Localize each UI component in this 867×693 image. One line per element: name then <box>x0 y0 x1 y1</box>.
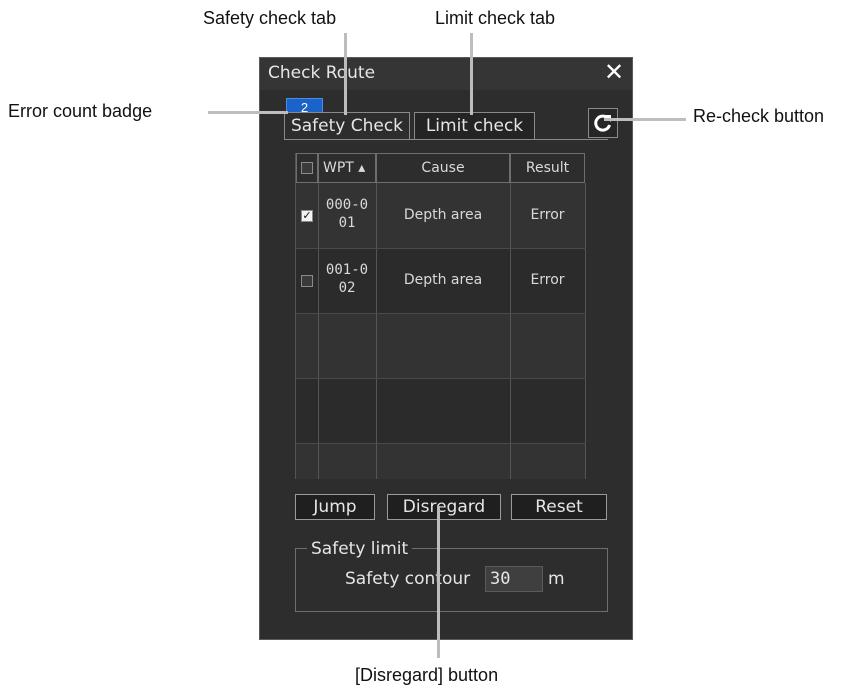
wpt-line: 01 <box>338 215 356 231</box>
jump-button[interactable]: Jump <box>295 494 375 520</box>
callout-limit-tab: Limit check tab <box>435 8 556 28</box>
callout-safety-tab: Safety check tab <box>203 8 337 28</box>
row-checkbox[interactable] <box>301 275 313 287</box>
wpt-line: 000-0 <box>325 197 369 213</box>
grid-line <box>296 378 586 379</box>
leader-line-recheck <box>604 118 686 121</box>
table-row-empty <box>296 443 586 479</box>
check-route-dialog: Check Route ✕ 2 Safety Check Limit check… <box>259 57 633 640</box>
select-all-header[interactable] <box>296 153 318 183</box>
dialog-title: Check Route <box>268 63 376 83</box>
close-icon[interactable]: ✕ <box>602 60 626 86</box>
column-header-cause[interactable]: Cause <box>376 153 510 183</box>
wpt-cell: 001-0 02 <box>318 261 376 297</box>
safety-contour-unit: m <box>548 569 565 589</box>
result-cell: Error <box>530 207 565 223</box>
column-header-result[interactable]: Result <box>510 153 585 183</box>
callout-disregard: [Disregard] button <box>355 665 499 685</box>
table-row-empty <box>296 313 586 378</box>
grid-line <box>296 313 586 314</box>
select-all-checkbox[interactable] <box>301 162 313 174</box>
recheck-button[interactable] <box>588 108 618 138</box>
grid-line <box>296 248 586 249</box>
leader-line-limit-tab <box>470 33 473 115</box>
table-row[interactable]: ✓ 000-0 01 Depth area Error <box>296 183 586 248</box>
wpt-cell: 000-0 01 <box>318 196 376 232</box>
table-row[interactable]: 001-0 02 Depth area Error <box>296 248 586 313</box>
column-header-wpt[interactable]: WPT ▴ <box>318 153 376 183</box>
tab-safety-check[interactable]: Safety Check <box>284 112 410 140</box>
refresh-icon <box>594 114 611 132</box>
row-checkbox[interactable]: ✓ <box>301 210 313 222</box>
cause-cell: Depth area <box>403 207 483 223</box>
grid-line <box>510 183 511 479</box>
grid-line <box>585 183 586 479</box>
grid-line <box>318 183 319 479</box>
leader-line-error-badge <box>208 111 288 114</box>
table-row-empty <box>296 378 586 443</box>
leader-line-safety-tab <box>344 33 347 115</box>
safety-contour-input[interactable]: 30 <box>485 566 543 592</box>
dialog-titlebar: Check Route ✕ <box>260 58 632 90</box>
tab-limit-check[interactable]: Limit check <box>414 112 535 140</box>
cause-cell: Depth area <box>403 272 483 288</box>
reset-button[interactable]: Reset <box>511 494 607 520</box>
check-results-table: WPT ▴ Cause Result ✓ 000-0 01 Depth area… <box>295 153 586 479</box>
callout-recheck: Re-check button <box>693 106 825 126</box>
callout-error-badge: Error count badge <box>8 101 153 121</box>
safety-limit-legend: Safety limit <box>307 539 413 559</box>
grid-line <box>376 183 377 479</box>
wpt-line: 001-0 <box>325 262 369 278</box>
disregard-button[interactable]: Disregard <box>387 494 501 520</box>
tab-divider <box>284 139 608 140</box>
wpt-line: 02 <box>338 280 356 296</box>
grid-line <box>296 443 586 444</box>
result-cell: Error <box>530 272 565 288</box>
leader-line-disregard <box>437 506 440 658</box>
safety-contour-label: Safety contour <box>345 569 471 589</box>
